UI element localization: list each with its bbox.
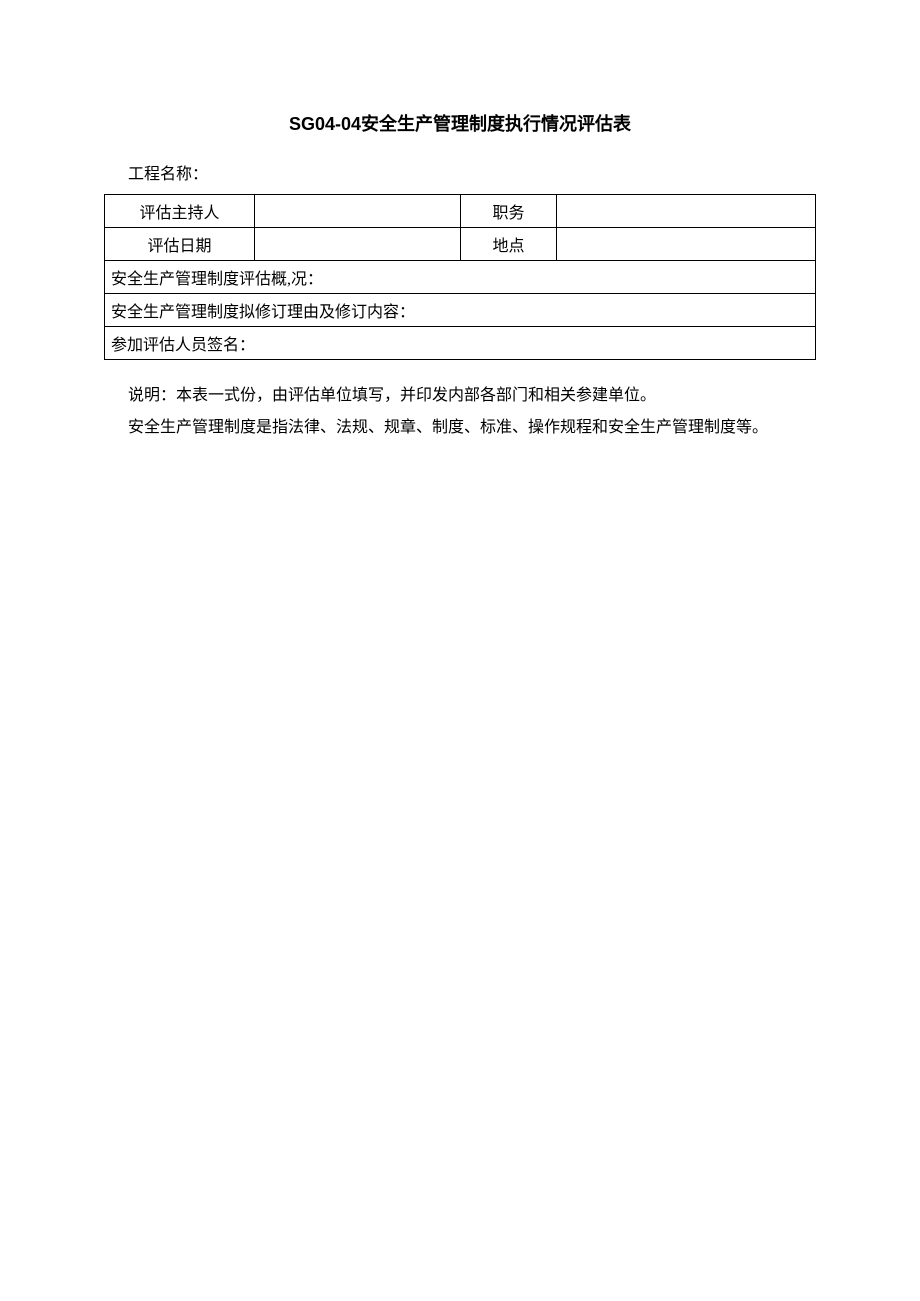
section-overview-label: 安全生产管理制度评估概,况： [111,271,323,288]
note-line-2: 安全生产管理制度是指法律、法规、规章、制度、标准、操作规程和安全生产管理制度等。 [128,412,816,444]
page-container: SG04-04安全生产管理制度执行情况评估表 工程名称： 评估主持人 职务 评估… [0,0,920,504]
section-row-revision: 安全生产管理制度拟修订理由及修订内容： [105,294,816,327]
label-position: 职务 [461,195,557,228]
value-evaluator-host [255,195,461,228]
notes-block: 说明：本表一式份，由评估单位填写，并印发内部各部门和相关参建单位。 安全生产管理… [128,380,816,444]
evaluation-form-table: 评估主持人 职务 评估日期 地点 安全生产管理制度评估概,况： 安全生产管理制度… [104,194,816,360]
header-row-2: 评估日期 地点 [105,228,816,261]
value-position [557,195,816,228]
note-line-1: 说明：本表一式份，由评估单位填写，并印发内部各部门和相关参建单位。 [128,380,816,412]
section-row-overview: 安全生产管理制度评估概,况： [105,261,816,294]
section-revision-cell: 安全生产管理制度拟修订理由及修订内容： [105,294,816,327]
value-location [557,228,816,261]
section-row-signatures: 参加评估人员签名： [105,327,816,360]
title-text: 安全生产管理制度执行情况评估表 [361,114,631,134]
label-evaluator-host: 评估主持人 [105,195,255,228]
section-overview-cell: 安全生产管理制度评估概,况： [105,261,816,294]
label-location: 地点 [461,228,557,261]
header-row-1: 评估主持人 职务 [105,195,816,228]
value-evaluation-date [255,228,461,261]
form-title: SG04-04安全生产管理制度执行情况评估表 [104,110,816,136]
section-revision-label: 安全生产管理制度拟修订理由及修订内容： [111,304,415,321]
section-signatures-cell: 参加评估人员签名： [105,327,816,360]
section-signatures-label: 参加评估人员签名： [111,337,255,354]
project-name-label: 工程名称： [128,160,816,184]
title-code: SG04-04 [289,114,361,134]
label-evaluation-date: 评估日期 [105,228,255,261]
